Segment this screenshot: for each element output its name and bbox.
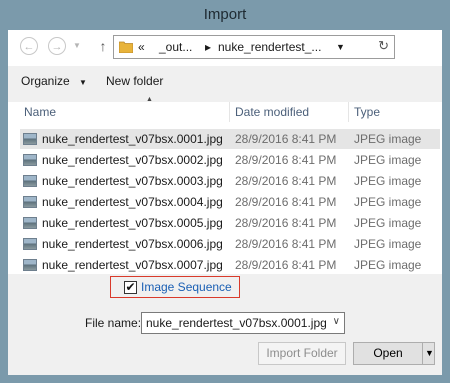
file-name: nuke_rendertest_v07bsx.0004.jpg — [42, 195, 223, 209]
file-type: JPEG image — [354, 195, 422, 209]
up-folder-button[interactable]: ↑ — [96, 35, 110, 57]
back-button[interactable]: ← — [20, 37, 38, 55]
column-header-name[interactable]: Name — [24, 105, 56, 119]
breadcrumb-overflow[interactable]: « — [138, 40, 145, 54]
image-file-icon — [23, 175, 37, 187]
refresh-icon[interactable]: ↻ — [378, 38, 389, 54]
file-name: nuke_rendertest_v07bsx.0003.jpg — [42, 174, 223, 188]
open-dropdown-icon[interactable]: ▼ — [425, 343, 434, 364]
folder-icon — [119, 41, 133, 53]
file-type: JPEG image — [354, 132, 422, 146]
file-date: 28/9/2016 8:41 PM — [235, 153, 337, 167]
image-file-icon — [23, 217, 37, 229]
organize-menu[interactable]: Organize ▼ — [21, 74, 87, 88]
file-name-field[interactable]: nuke_rendertest_v07bsx.0001.jpg — [146, 316, 327, 330]
file-name: nuke_rendertest_v07bsx.0005.jpg — [42, 216, 223, 230]
file-name-combobox[interactable]: nuke_rendertest_v07bsx.0001.jpg ∨ — [141, 312, 345, 334]
image-sequence-label[interactable]: Image Sequence — [141, 280, 232, 294]
file-type: JPEG image — [354, 174, 422, 188]
column-header-row: Name Date modified Type — [8, 102, 442, 123]
file-row[interactable]: nuke_rendertest_v07bsx.0006.jpg 28/9/201… — [20, 234, 440, 254]
new-folder-button[interactable]: New folder — [106, 74, 163, 88]
file-date: 28/9/2016 8:41 PM — [235, 237, 337, 251]
file-row[interactable]: nuke_rendertest_v07bsx.0001.jpg 28/9/201… — [20, 129, 440, 149]
file-row[interactable]: nuke_rendertest_v07bsx.0002.jpg 28/9/201… — [20, 150, 440, 170]
file-name: nuke_rendertest_v07bsx.0006.jpg — [42, 237, 223, 251]
file-type: JPEG image — [354, 216, 422, 230]
image-sequence-checkbox[interactable]: ✔ — [124, 281, 137, 294]
image-file-icon — [23, 154, 37, 166]
file-row[interactable]: nuke_rendertest_v07bsx.0004.jpg 28/9/201… — [20, 192, 440, 212]
address-dropdown-icon[interactable]: ▼ — [336, 42, 345, 52]
file-date: 28/9/2016 8:41 PM — [235, 132, 337, 146]
split-divider — [422, 343, 423, 364]
forward-button[interactable]: → — [48, 37, 66, 55]
column-header-date[interactable]: Date modified — [235, 105, 309, 119]
image-file-icon — [23, 133, 37, 145]
image-sequence-highlight: ✔ Image Sequence — [110, 276, 240, 298]
file-date: 28/9/2016 8:41 PM — [235, 195, 337, 209]
file-row[interactable]: nuke_rendertest_v07bsx.0005.jpg 28/9/201… — [20, 213, 440, 233]
dialog-client-area: ← → ▼ ↑ « _out... ▸ nuke_rendertest_... … — [8, 30, 442, 375]
file-row[interactable]: nuke_rendertest_v07bsx.0003.jpg 28/9/201… — [20, 171, 440, 191]
window-title: Import — [203, 6, 247, 23]
breadcrumb-parent[interactable]: _out... — [159, 40, 192, 54]
file-name-label: File name: — [85, 316, 142, 330]
file-date: 28/9/2016 8:41 PM — [235, 174, 337, 188]
image-file-icon — [23, 196, 37, 208]
breadcrumb-current[interactable]: nuke_rendertest_... — [218, 40, 321, 54]
file-type: JPEG image — [354, 153, 422, 167]
recent-locations-chevron-icon[interactable]: ▼ — [72, 37, 82, 55]
image-file-icon — [23, 259, 37, 271]
file-date: 28/9/2016 8:41 PM — [235, 216, 337, 230]
address-row: ← → ▼ ↑ « _out... ▸ nuke_rendertest_... … — [8, 30, 442, 66]
address-bar[interactable]: « _out... ▸ nuke_rendertest_... ▼ ↻ — [113, 35, 395, 59]
file-type: JPEG image — [354, 258, 422, 272]
file-row[interactable]: nuke_rendertest_v07bsx.0007.jpg 28/9/201… — [20, 255, 440, 275]
dialog-options-panel: ✔ Image Sequence File name: nuke_rendert… — [8, 274, 442, 375]
file-date: 28/9/2016 8:41 PM — [235, 258, 337, 272]
file-name-dropdown-icon[interactable]: ∨ — [333, 316, 340, 327]
image-file-icon — [23, 238, 37, 250]
import-dialog: Import ← → ▼ ↑ « _out... ▸ nuke_renderte… — [0, 0, 450, 383]
file-name: nuke_rendertest_v07bsx.0002.jpg — [42, 153, 223, 167]
import-folder-button[interactable]: Import Folder — [258, 342, 346, 365]
organize-chevron-icon: ▼ — [79, 78, 87, 87]
column-divider[interactable] — [348, 102, 349, 122]
organize-label: Organize — [21, 74, 70, 88]
open-button[interactable]: Open — [354, 343, 422, 364]
file-name: nuke_rendertest_v07bsx.0007.jpg — [42, 258, 223, 272]
file-name: nuke_rendertest_v07bsx.0001.jpg — [42, 132, 223, 146]
breadcrumb-separator-icon[interactable]: ▸ — [205, 40, 211, 54]
column-header-type[interactable]: Type — [354, 105, 380, 119]
file-type: JPEG image — [354, 237, 422, 251]
file-list: nuke_rendertest_v07bsx.0001.jpg 28/9/201… — [8, 122, 442, 274]
open-split-button[interactable]: Open ▼ — [353, 342, 435, 365]
column-divider[interactable] — [229, 102, 230, 122]
command-bar: Organize ▼ New folder — [8, 66, 442, 96]
